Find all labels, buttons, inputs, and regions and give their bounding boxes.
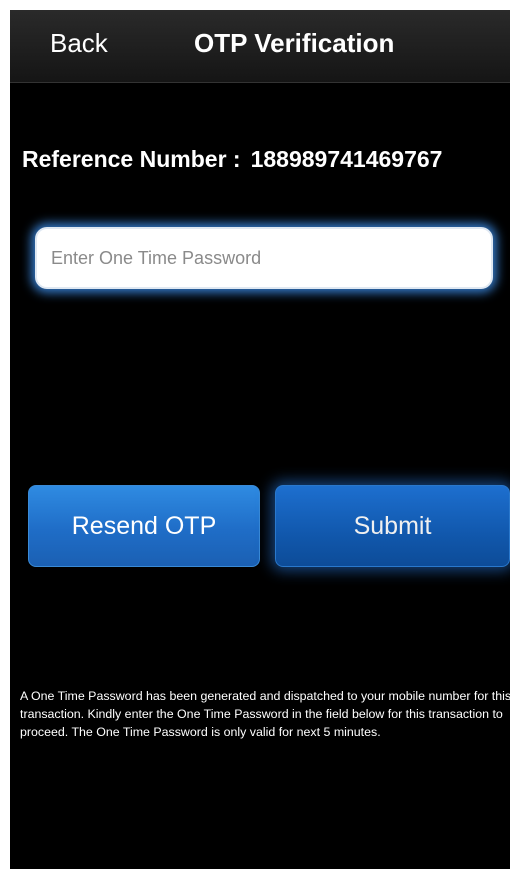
otp-input[interactable]: [35, 227, 493, 289]
page-title: OTP Verification: [194, 28, 395, 58]
back-button[interactable]: Back: [50, 28, 108, 59]
phone-screen: Back OTP Verification Reference Number :…: [10, 10, 510, 869]
otp-info-message: A One Time Password has been generated a…: [20, 689, 510, 739]
resend-otp-button[interactable]: Resend OTP: [28, 485, 260, 567]
submit-button[interactable]: Submit: [275, 485, 510, 567]
navigation-bar: Back OTP Verification: [10, 10, 510, 83]
reference-number-row: Reference Number : 188989741469767: [22, 146, 442, 173]
reference-number-value: 188989741469767: [250, 146, 443, 172]
reference-number-label: Reference Number :: [22, 146, 241, 172]
